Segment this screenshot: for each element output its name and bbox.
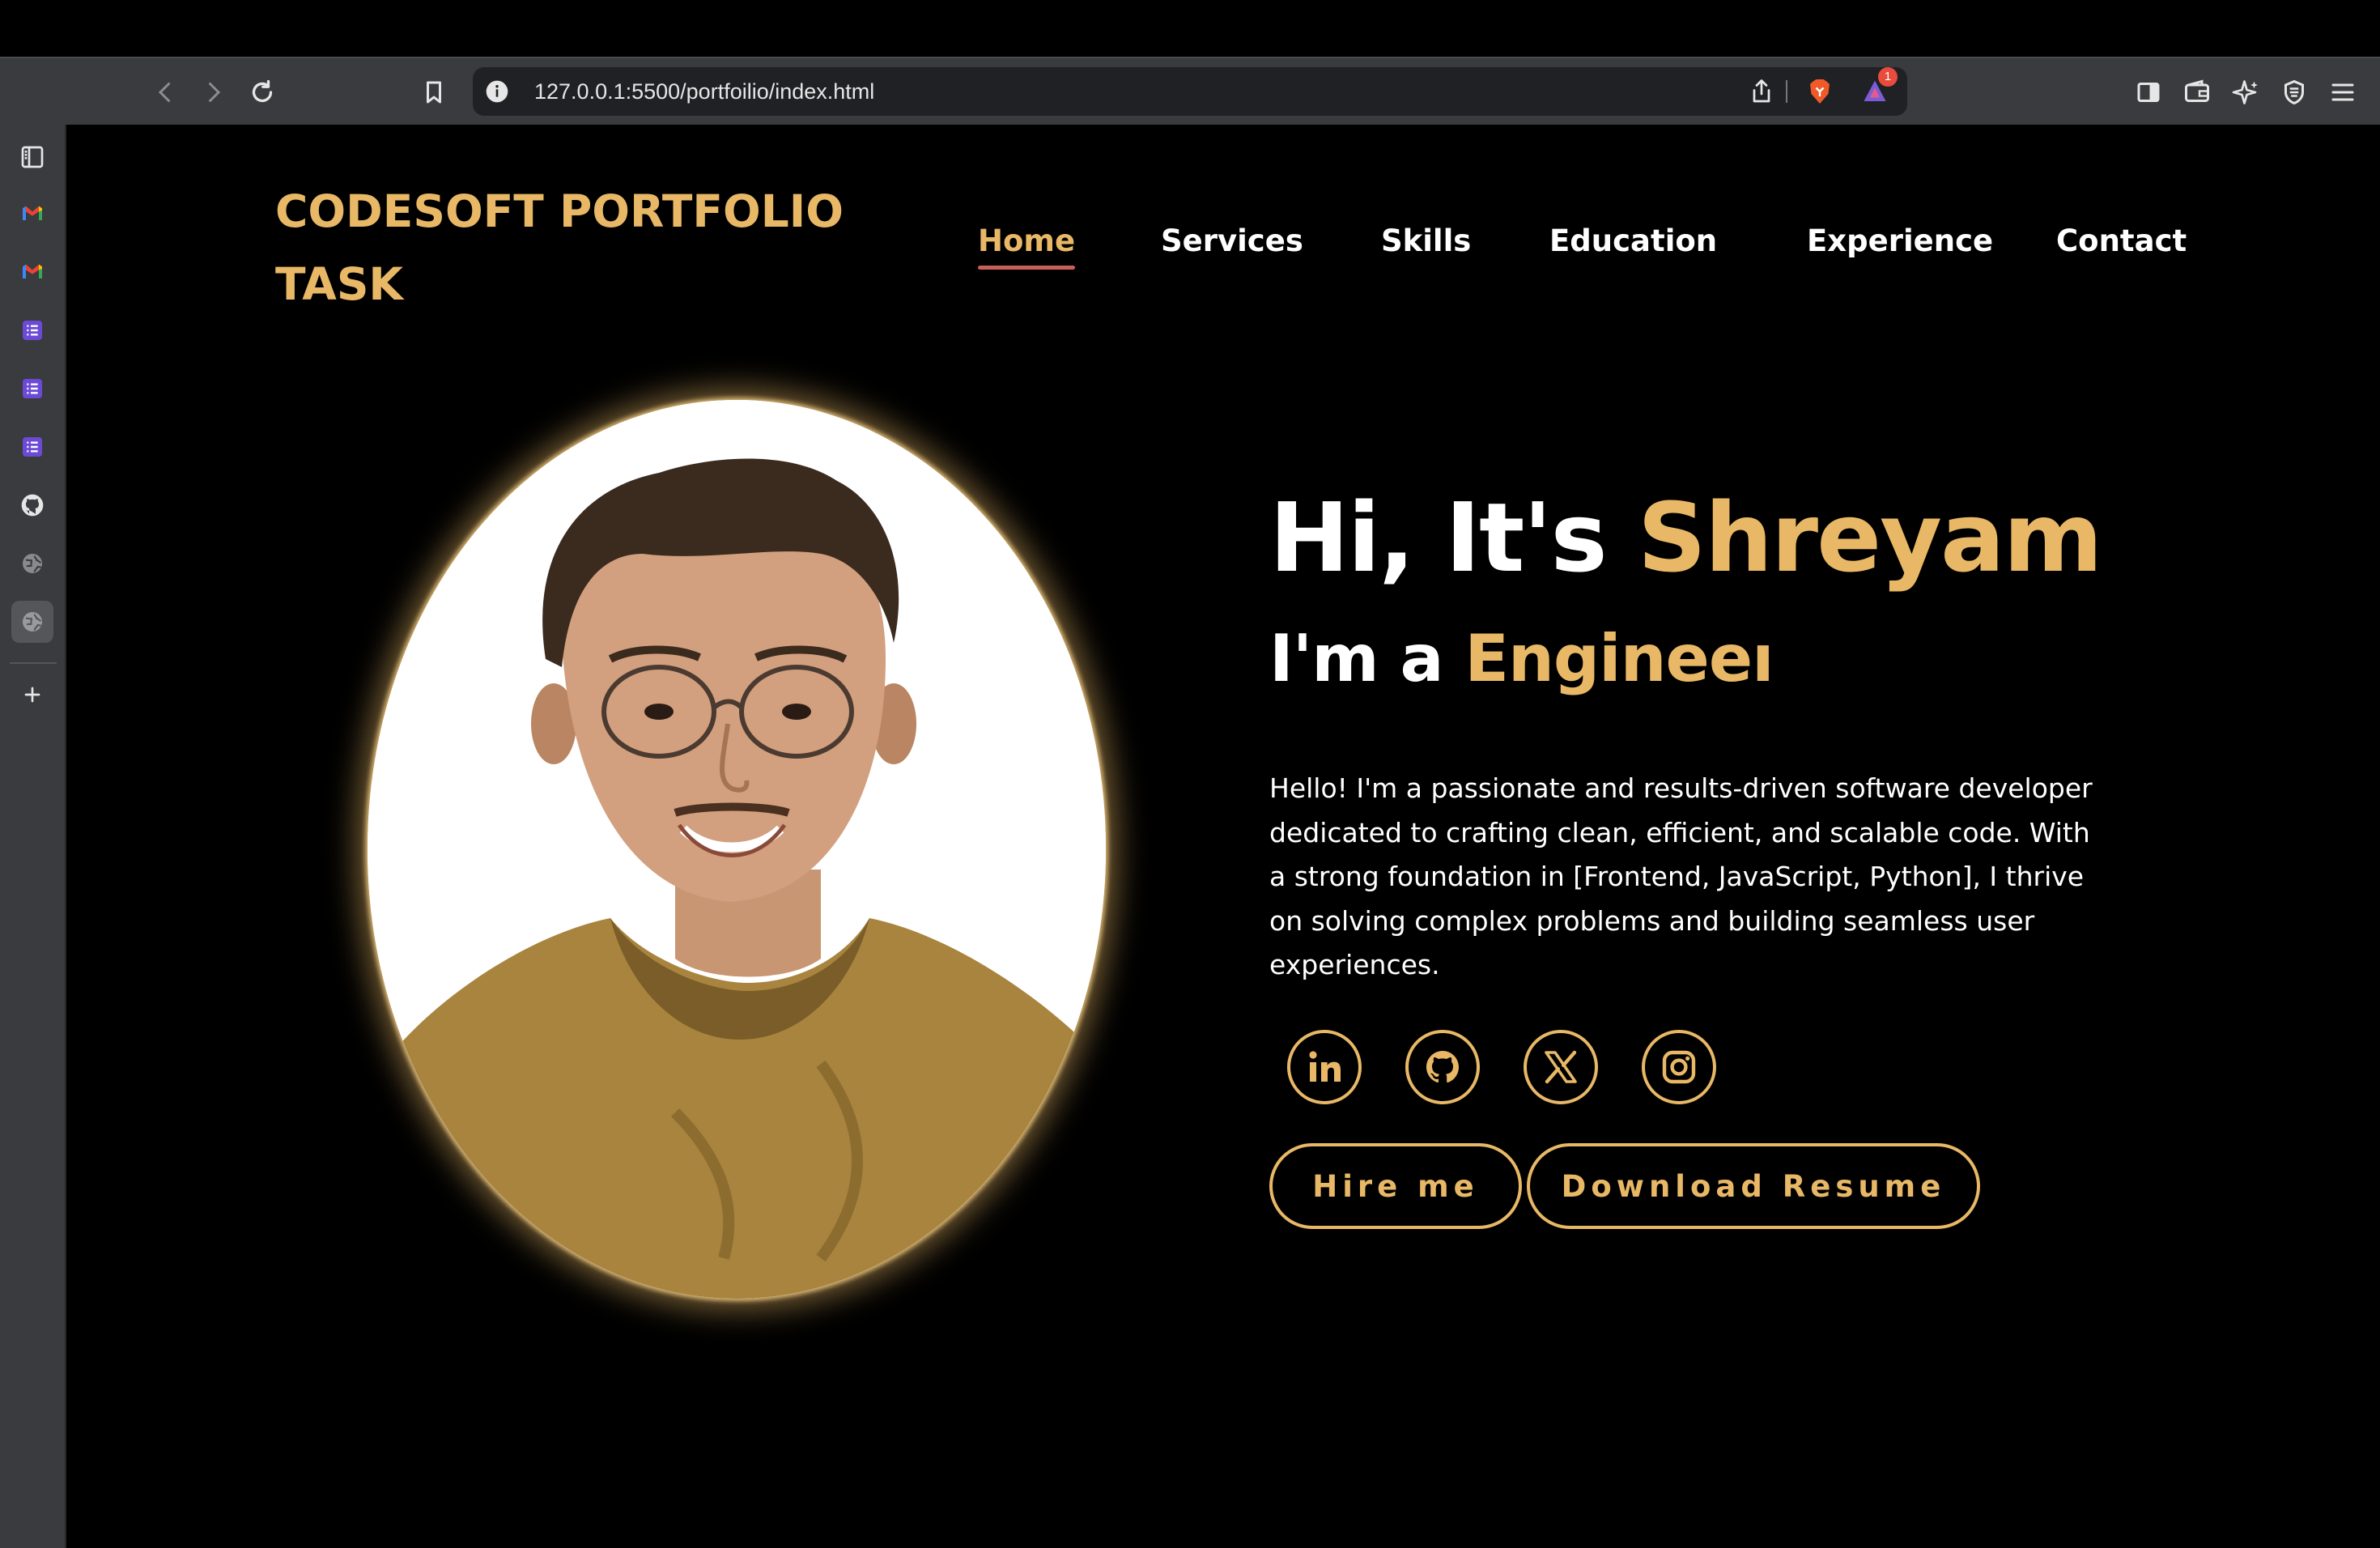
hire-me-button[interactable]: Hire me — [1269, 1143, 1522, 1229]
linkedin-icon — [1309, 1051, 1341, 1082]
webpage: CODESOFT PORTFOLIO TASK Home Services Sk… — [66, 125, 2380, 1548]
nav-education[interactable]: Education — [1549, 223, 1717, 258]
github-link[interactable] — [1405, 1030, 1480, 1104]
site-info-icon[interactable] — [484, 79, 510, 104]
hero-role: I'm a Engineeı — [1269, 619, 1774, 700]
forward-icon[interactable] — [194, 73, 233, 112]
greeting-name: Shreyam — [1637, 482, 2103, 593]
list-icon[interactable] — [11, 309, 53, 351]
role-typed-text: Engineeı — [1464, 621, 1774, 696]
hero-greeting: Hi, It's Shreyam — [1269, 481, 2103, 594]
leo-ai-icon[interactable] — [2226, 73, 2265, 112]
role-prefix: I'm a — [1269, 621, 1443, 696]
instagram-link[interactable] — [1642, 1030, 1716, 1104]
address-bar[interactable]: 127.0.0.1:5500/portfoilio/index.html 1 — [473, 67, 1907, 116]
list-icon[interactable] — [11, 368, 53, 410]
x-twitter-link[interactable] — [1524, 1030, 1598, 1104]
nav-services[interactable]: Services — [1161, 223, 1303, 258]
divider — [1786, 80, 1787, 103]
brave-shield-icon[interactable] — [1800, 72, 1839, 111]
instagram-icon — [1662, 1050, 1696, 1084]
vpn-shield-icon[interactable] — [2275, 73, 2314, 112]
sidebar-divider — [10, 662, 57, 664]
profile-photo — [368, 400, 1106, 1299]
notification-badge: 1 — [1878, 67, 1898, 87]
greeting-prefix: Hi, It's — [1269, 482, 1608, 593]
nav-home[interactable]: Home — [978, 223, 1076, 270]
list-icon[interactable] — [11, 426, 53, 468]
download-resume-button[interactable]: Download Resume — [1527, 1143, 1980, 1229]
url-text[interactable]: 127.0.0.1:5500/portfoilio/index.html — [534, 67, 874, 116]
site-logo[interactable]: CODESOFT PORTFOLIO TASK — [275, 175, 890, 321]
gmail-icon[interactable] — [11, 251, 53, 293]
github-icon[interactable] — [11, 484, 53, 526]
nav-contact[interactable]: Contact — [2056, 223, 2187, 258]
brave-rewards-icon[interactable]: 1 — [1855, 67, 1898, 111]
back-icon[interactable] — [146, 73, 185, 112]
github-icon — [1426, 1051, 1459, 1083]
nav-experience[interactable]: Experience — [1807, 223, 1993, 258]
browser-toolbar: 127.0.0.1:5500/portfoilio/index.html 1 — [0, 57, 2380, 125]
menu-icon[interactable] — [2323, 73, 2362, 112]
nav-skills[interactable]: Skills — [1381, 223, 1471, 258]
hero-bio: Hello! I'm a passionate and results-driv… — [1269, 772, 2093, 980]
globe-icon[interactable] — [11, 601, 53, 643]
bookmark-icon[interactable] — [414, 73, 453, 112]
share-icon[interactable] — [1742, 72, 1781, 111]
wallet-icon[interactable] — [2178, 73, 2216, 112]
x-icon — [1545, 1050, 1577, 1084]
add-icon[interactable] — [11, 674, 53, 716]
linkedin-link[interactable] — [1287, 1030, 1362, 1104]
gmail-icon[interactable] — [11, 193, 53, 235]
globe-icon[interactable] — [11, 542, 53, 585]
window-top-strip — [0, 0, 2380, 57]
reload-icon[interactable] — [243, 73, 282, 112]
sidebar-panel-icon[interactable] — [11, 136, 53, 178]
browser-sidebar — [0, 125, 66, 1548]
sidebar-toggle-icon[interactable] — [2129, 73, 2168, 112]
